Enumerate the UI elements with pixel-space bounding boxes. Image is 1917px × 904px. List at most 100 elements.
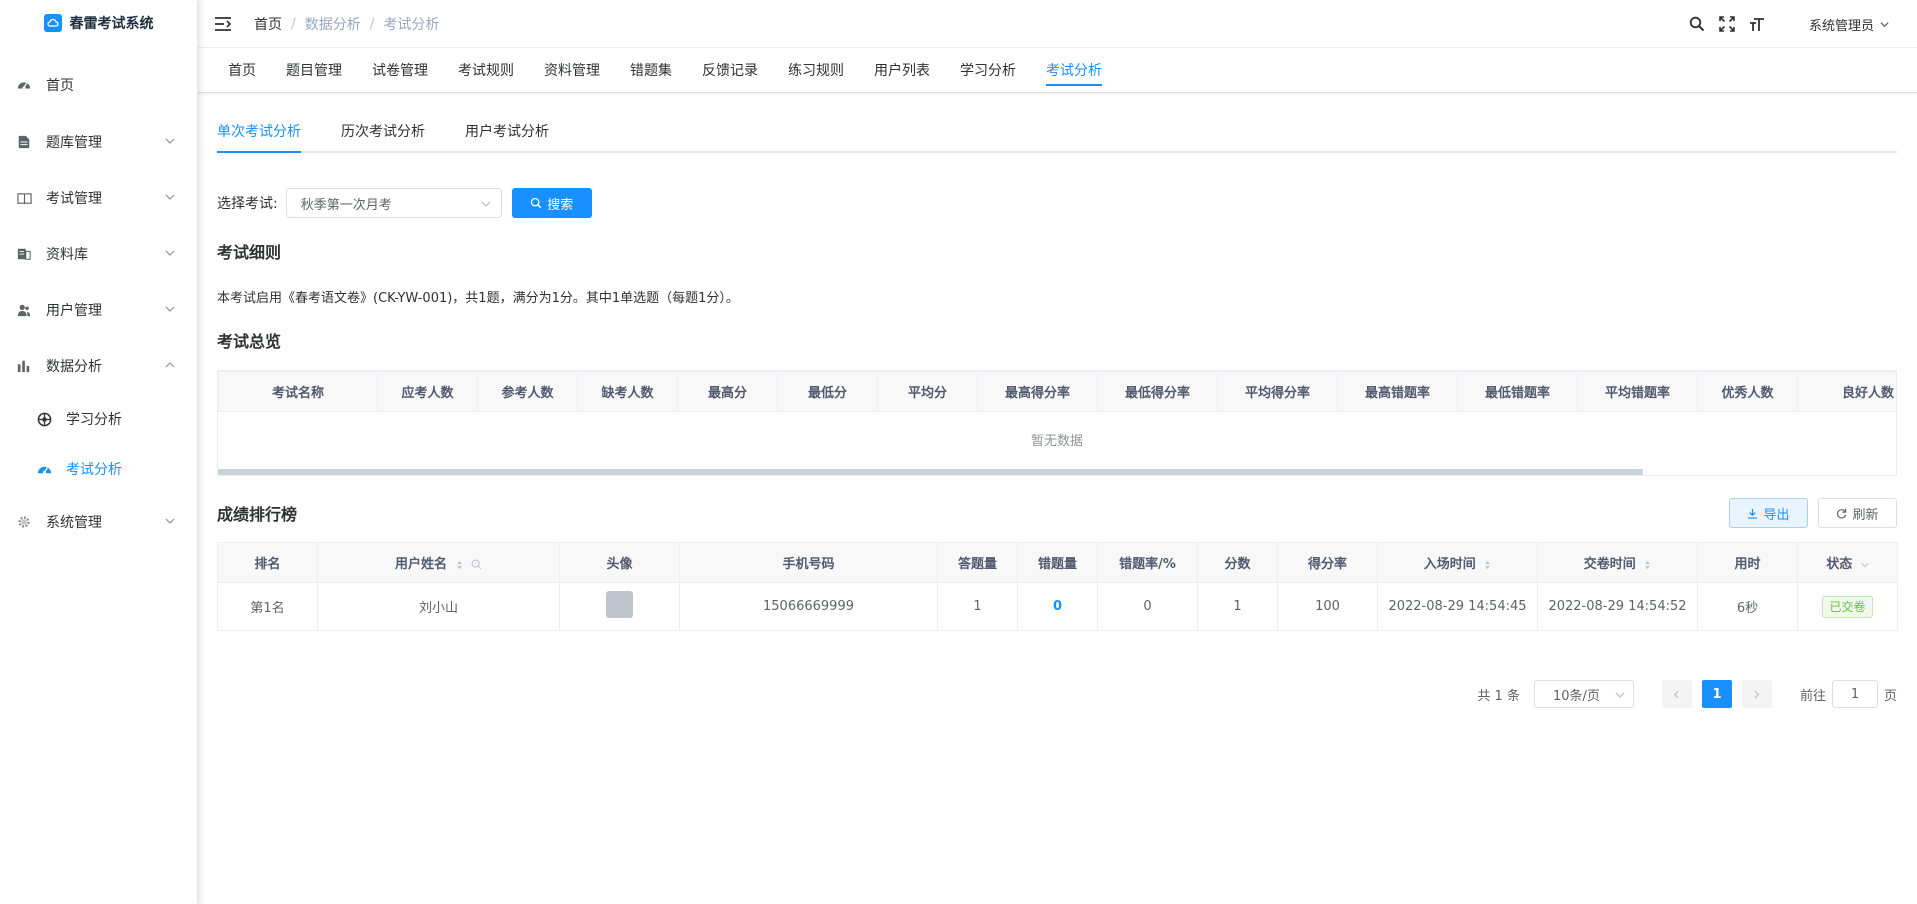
user-menu[interactable]: 系统管理员	[1809, 15, 1889, 34]
exam-select-label: 选择考试:	[217, 196, 278, 212]
column-header-phone: 手机号码	[679, 542, 938, 583]
cell-status: 已交卷	[1797, 582, 1898, 631]
export-button[interactable]: 导出	[1729, 498, 1808, 528]
page-size-select[interactable]: 10条/页	[1533, 680, 1634, 708]
horizontal-scrollbar[interactable]	[218, 469, 1643, 475]
sidebar-item-home[interactable]: 首页	[0, 68, 197, 102]
tag-exam-rules[interactable]: 考试规则	[443, 48, 529, 92]
breadcrumb-home[interactable]: 首页	[254, 14, 282, 34]
column-header: 最低得分率	[1097, 371, 1218, 412]
rules-title: 考试细则	[217, 243, 282, 262]
ranking-table: 排名 用户姓名 头像 手机号码 答题量 错题量 错题率/% 分数 得分率 入场时…	[217, 542, 1898, 631]
next-page-button[interactable]	[1741, 680, 1772, 708]
chevron-down-icon[interactable]	[1861, 561, 1869, 569]
column-header: 最高错题率	[1337, 371, 1458, 412]
search-icon[interactable]	[1689, 16, 1705, 32]
rules-text: 本考试启用《春考语文卷》(CK-YW-001)，共1题，满分为1分。其中1单选题…	[217, 291, 739, 306]
column-header-wrong: 错题量	[1017, 542, 1098, 583]
chevron-down-icon	[1615, 692, 1625, 698]
cell-user-name: 刘小山	[317, 582, 560, 631]
column-header-submit-time[interactable]: 交卷时间	[1537, 542, 1698, 583]
sidebar-subitem-study-analysis[interactable]: 学习分析	[0, 394, 197, 444]
sidebar-item-system-management[interactable]: 系统管理	[0, 494, 197, 550]
tag-user-list[interactable]: 用户列表	[859, 48, 945, 92]
tag-question-management[interactable]: 题目管理	[271, 48, 357, 92]
sidebar-item-label: 首页	[46, 78, 74, 94]
sidebar-item-question-bank[interactable]: 题库管理	[0, 114, 197, 170]
column-header: 最低错题率	[1457, 371, 1578, 412]
column-header-wrong-rate: 错题率/%	[1097, 542, 1198, 583]
sidebar-item-exam-management[interactable]: 考试管理	[0, 170, 197, 226]
column-header-user-name[interactable]: 用户姓名	[317, 542, 560, 583]
filter-search-icon[interactable]	[471, 559, 482, 570]
sidebar-item-data-analysis[interactable]: 数据分析	[0, 338, 197, 394]
sidebar-item-label: 题库管理	[46, 135, 102, 151]
column-header-rank: 排名	[217, 542, 318, 583]
breadcrumb-separator: /	[291, 15, 296, 32]
tab-user-exam-analysis[interactable]: 用户考试分析	[465, 111, 549, 151]
tag-feedback-records[interactable]: 反馈记录	[687, 48, 773, 92]
column-header-score-rate: 得分率	[1277, 542, 1378, 583]
aperture-icon	[36, 411, 52, 427]
tab-history-exam-analysis[interactable]: 历次考试分析	[341, 111, 425, 151]
column-header: 最高分	[677, 371, 778, 412]
sidebar-subitem-exam-analysis[interactable]: 考试分析	[0, 444, 197, 494]
brand: 春雷考试系统	[0, 0, 197, 46]
column-header: 考试名称	[218, 371, 378, 412]
tag-practice-rules[interactable]: 练习规则	[773, 48, 859, 92]
avatar[interactable]	[606, 591, 633, 618]
pagination-total: 共 1 条	[1477, 688, 1520, 704]
chevron-down-icon	[1880, 21, 1889, 27]
page-jump-prefix: 前往	[1799, 688, 1826, 704]
page-number-current[interactable]: 1	[1701, 680, 1732, 708]
breadcrumb-data-analysis: 数据分析	[304, 16, 361, 33]
column-header: 优秀人数	[1697, 371, 1798, 412]
dashboard-icon	[36, 461, 52, 477]
fullscreen-icon[interactable]	[1719, 16, 1735, 32]
header-actions: 系统管理员	[1689, 0, 1889, 48]
exam-select[interactable]: 秋季第一次月考	[285, 188, 502, 218]
chevron-up-icon	[165, 362, 175, 368]
tag-paper-management[interactable]: 试卷管理	[357, 48, 443, 92]
refresh-button[interactable]: 刷新	[1818, 498, 1897, 528]
cell-submit-time: 2022-08-29 14:54:52	[1537, 582, 1698, 631]
chevron-down-icon	[165, 250, 175, 256]
ranking-header: 成绩排行榜 导出 刷新	[217, 498, 1897, 528]
font-size-icon[interactable]	[1749, 16, 1765, 32]
cell-avatar	[559, 582, 680, 631]
tag-exam-analysis[interactable]: 考试分析	[1031, 48, 1117, 92]
top-header: 首页 / 数据分析 / 考试分析 系统管理员	[198, 0, 1917, 48]
column-header-status[interactable]: 状态	[1797, 542, 1898, 583]
sidebar-item-user-management[interactable]: 用户管理	[0, 282, 197, 338]
chevron-right-icon	[1754, 689, 1760, 699]
prev-page-button[interactable]	[1661, 680, 1692, 708]
search-button[interactable]: 搜索	[511, 188, 592, 218]
column-header: 平均分	[877, 371, 978, 412]
tag-wrong-questions[interactable]: 错题集	[615, 48, 687, 92]
brand-title: 春雷考试系统	[69, 16, 154, 32]
column-header-enter-time[interactable]: 入场时间	[1377, 542, 1538, 583]
sort-icon[interactable]	[456, 560, 463, 570]
page-jumper: 前往 页	[1800, 680, 1897, 708]
cell-rank: 第1名	[217, 582, 318, 631]
sort-icon[interactable]	[1484, 560, 1491, 570]
menu-fold-icon[interactable]	[214, 15, 232, 33]
document-icon	[16, 134, 32, 150]
column-header-score: 分数	[1197, 542, 1278, 583]
export-button-label: 导出	[1763, 507, 1790, 523]
tag-study-analysis[interactable]: 学习分析	[945, 48, 1031, 92]
wrong-count-link[interactable]: 0	[1053, 599, 1062, 614]
cell-phone: 15066669999	[679, 582, 938, 631]
column-header: 应考人数	[377, 371, 478, 412]
sidebar: 春雷考试系统 首页 题库管理 考试管理 资料库 用户管理 数据分析 学习分析 考…	[0, 0, 198, 904]
sort-icon[interactable]	[1644, 560, 1651, 570]
sidebar-item-library[interactable]: 资料库	[0, 226, 197, 282]
tag-material-management[interactable]: 资料管理	[529, 48, 615, 92]
tag-home[interactable]: 首页	[213, 48, 271, 92]
page-jump-input[interactable]	[1831, 680, 1878, 708]
tab-single-exam-analysis[interactable]: 单次考试分析	[217, 111, 301, 153]
cell-duration: 6秒	[1697, 582, 1798, 631]
sidebar-item-label: 用户管理	[46, 303, 102, 319]
cell-score-rate: 100	[1277, 582, 1378, 631]
overview-title: 考试总览	[217, 332, 282, 351]
